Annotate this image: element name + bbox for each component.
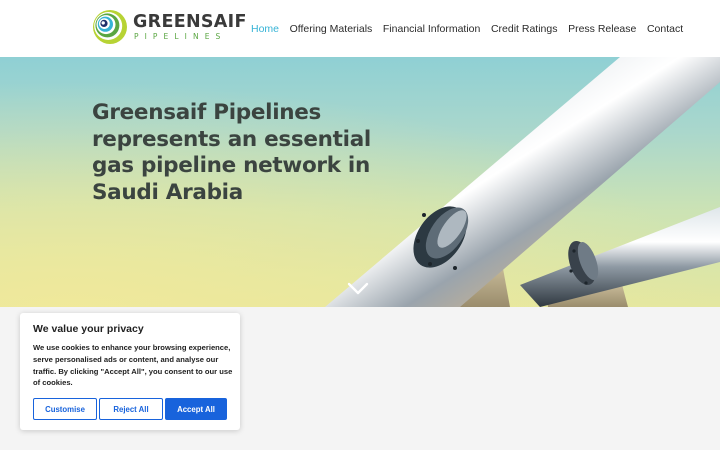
concentric-rings-logo-icon (93, 10, 127, 44)
cookie-banner-actions: Customise Reject All Accept All (33, 398, 227, 420)
hero-title: Greensaif Pipelines represents an essent… (92, 100, 371, 205)
chevron-down-icon[interactable] (347, 282, 369, 296)
nav-link-offering-materials[interactable]: Offering Materials (290, 22, 373, 36)
nav-link-press-release[interactable]: Press Release (568, 22, 636, 36)
customise-button[interactable]: Customise (33, 398, 97, 420)
cookie-banner-title: We value your privacy (33, 323, 144, 335)
nav-link-home[interactable]: Home (251, 22, 279, 36)
nav-link-credit-ratings[interactable]: Credit Ratings (491, 22, 558, 36)
site-logo[interactable]: GREENSAIF PIPELINES (92, 9, 246, 45)
cookie-banner-text: We use cookies to enhance your browsing … (33, 343, 233, 388)
site-header: GREENSAIF PIPELINES Home Offering Materi… (0, 0, 720, 57)
logo-wordmark: GREENSAIF (133, 12, 247, 32)
page: GREENSAIF PIPELINES Home Offering Materi… (0, 0, 720, 450)
nav-link-contact[interactable]: Contact (647, 22, 683, 36)
accept-all-button[interactable]: Accept All (165, 398, 227, 420)
logo-subtitle: PIPELINES (134, 32, 227, 41)
reject-all-button[interactable]: Reject All (99, 398, 163, 420)
nav-link-financial-information[interactable]: Financial Information (383, 22, 480, 36)
cookie-consent-banner: We value your privacy We use cookies to … (20, 313, 240, 430)
main-navigation: Home Offering Materials Financial Inform… (251, 21, 683, 37)
hero-banner: Greensaif Pipelines represents an essent… (0, 57, 720, 307)
